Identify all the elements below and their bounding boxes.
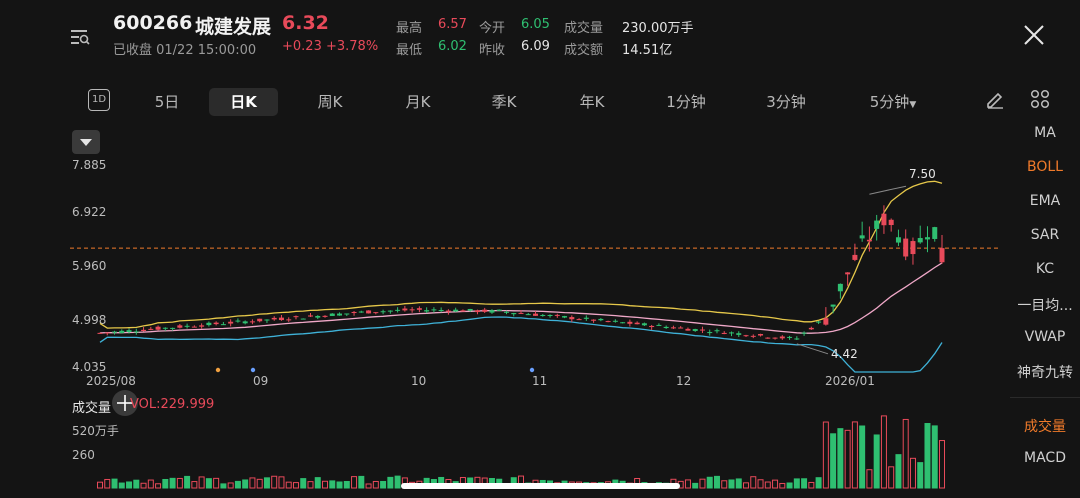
volume-bar [300,478,307,489]
volume-bar [97,481,103,489]
volume-bar [859,425,866,489]
volume-bar [263,477,270,489]
volume-chart[interactable] [0,0,1005,498]
volume-bar [721,480,728,489]
volume-bar [764,481,771,489]
volume-bar [242,479,249,489]
volume-bar [808,481,815,489]
volume-bar [822,421,829,489]
volume-bar [336,481,343,489]
volume-bar [155,483,162,489]
volume-bar [220,483,227,489]
indicator-macd[interactable]: MACD [1010,450,1080,466]
volume-bar [888,466,895,489]
indicator-vwap[interactable]: VWAP [1010,329,1080,345]
volume-bar [372,480,379,489]
volume-bar [779,482,786,489]
volume-bar [851,421,858,489]
volume-bar [815,477,822,489]
volume-bar [256,478,263,489]
volume-bar [931,425,938,489]
volume-bar [793,478,800,489]
volume-bar [735,478,742,489]
volume-bar [234,480,241,489]
volume-bar [873,434,880,489]
volume-bar [213,477,220,489]
volume-bar [227,482,234,489]
volume-bar [830,433,837,489]
volume-bar [394,475,401,489]
volume-bar [365,483,372,489]
indicator-kc[interactable]: KC [1010,261,1080,277]
volume-bar [902,418,909,489]
volume-bar [692,482,699,489]
volume-bar [387,476,394,489]
volume-bar [162,478,169,489]
volume-bar [249,477,256,489]
volume-bar [285,481,292,489]
volume-bar [844,429,851,489]
indicator-volume[interactable]: 成交量 [1010,416,1080,436]
volume-bar [699,478,706,489]
indicator-td-sequential[interactable]: 神奇九转 [1010,362,1080,382]
volume-bar [343,481,350,489]
volume-bar [757,479,764,489]
indicator-sar[interactable]: SAR [1010,227,1080,243]
volume-bar [939,440,945,489]
volume-bar [351,476,358,489]
volume-bar [713,475,720,489]
indicator-ema[interactable]: EMA [1010,193,1080,209]
volume-bar [184,475,191,489]
close-icon[interactable] [1023,24,1045,46]
volume-bar [684,479,691,489]
indicator-boll[interactable]: BOLL [1010,159,1080,175]
volume-bar [322,480,329,489]
volume-bar [880,415,887,489]
volume-bar [786,482,793,489]
volume-bar [895,454,902,489]
volume-bar [126,481,133,489]
volume-bar [111,478,118,489]
volume-bar [866,469,873,489]
volume-bar [198,476,205,489]
grid-icon[interactable] [1030,89,1050,109]
volume-bar [380,480,387,489]
volume-bar [133,479,140,489]
volume-bar [271,475,278,489]
volume-bar [801,478,808,489]
volume-bar [205,478,212,489]
volume-bar [307,481,314,489]
volume-bar [147,479,154,489]
volume-bar [750,476,757,489]
volume-bar [118,482,125,489]
volume-bar [358,475,365,489]
volume-bar [329,480,336,489]
home-indicator[interactable] [401,483,680,489]
volume-bar [104,478,111,489]
volume-bar [191,481,198,489]
volume-bar [837,428,844,489]
indicator-ma[interactable]: MA [1010,125,1080,141]
volume-bar [176,477,183,489]
volume-bar [314,477,321,489]
volume-bar [743,482,750,489]
volume-bar [772,479,779,489]
volume-bar [924,423,931,489]
volume-bar [278,476,285,489]
volume-bar [140,482,147,489]
volume-bar [917,462,924,489]
volume-bar [169,477,176,489]
volume-bar [728,479,735,489]
volume-bar [292,482,299,489]
indicator-ichimoku[interactable]: 一目均... [1010,295,1080,315]
sidebar-divider [1010,397,1080,398]
volume-bar [706,476,713,489]
volume-bar [909,457,916,489]
